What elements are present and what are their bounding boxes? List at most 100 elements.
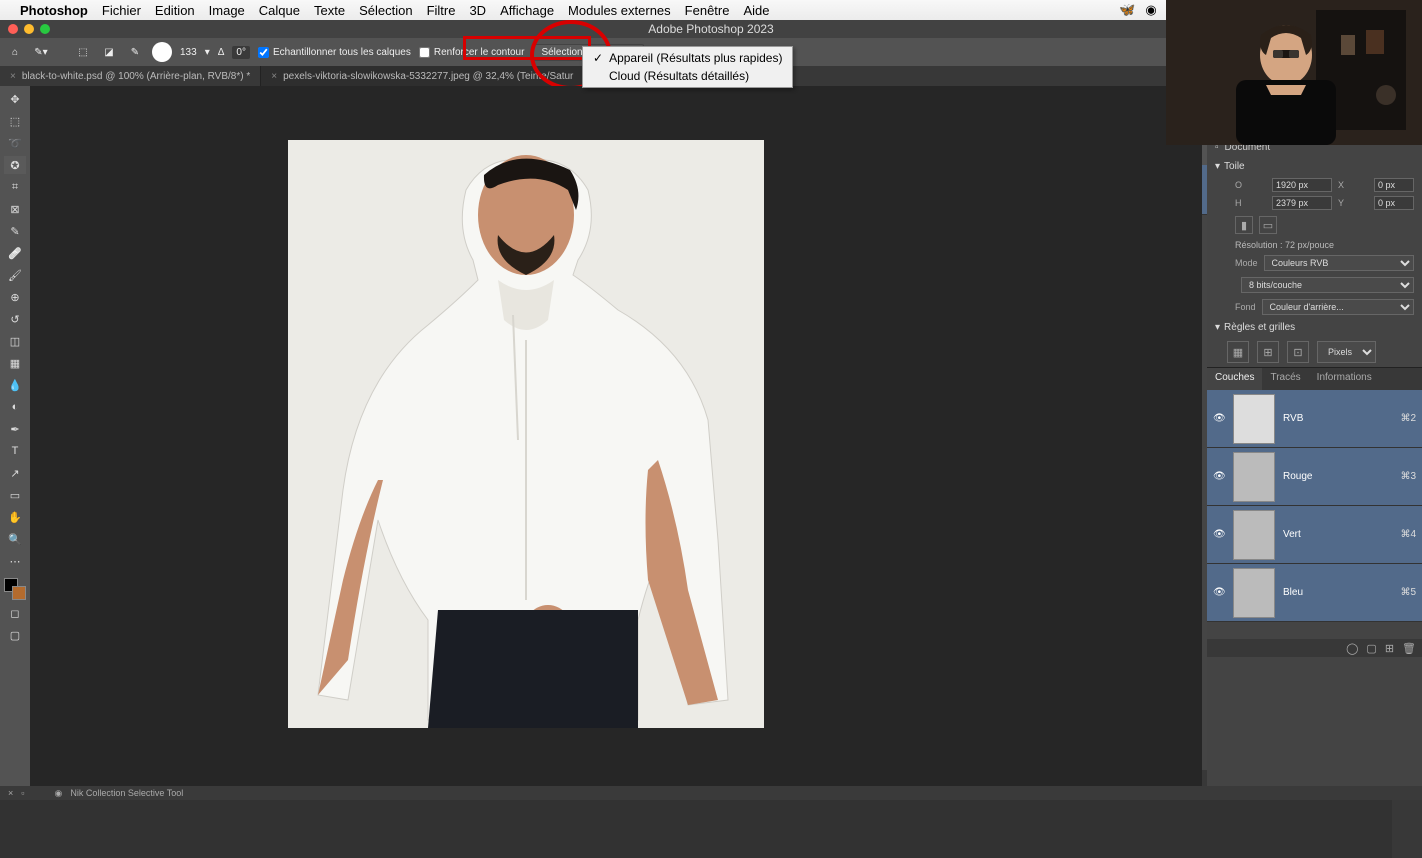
- trash-icon[interactable]: 🗑: [1402, 642, 1416, 655]
- rulers-label: Règles et grilles: [1224, 322, 1295, 333]
- intersect-selection-icon[interactable]: ✎: [126, 43, 144, 61]
- marquee-tool-icon[interactable]: ⬚: [4, 112, 26, 130]
- move-tool-icon[interactable]: ✥: [4, 90, 26, 108]
- screenmode-icon[interactable]: ▢: [4, 626, 26, 644]
- eyedropper-tool-icon[interactable]: ✎: [4, 222, 26, 240]
- canvas-area[interactable]: [30, 86, 1202, 790]
- channel-row[interactable]: 👁 Vert ⌘4: [1207, 506, 1422, 564]
- eraser-tool-icon[interactable]: ◫: [4, 332, 26, 350]
- menu-fichier[interactable]: Fichier: [102, 3, 141, 18]
- app-name[interactable]: Photoshop: [20, 3, 88, 18]
- menu-edition[interactable]: Edition: [155, 3, 195, 18]
- h-label: H: [1235, 198, 1266, 208]
- stamp-tool-icon[interactable]: ⊕: [4, 288, 26, 306]
- visibility-icon[interactable]: 👁: [1213, 471, 1225, 482]
- guides-icon[interactable]: ⊡: [1287, 341, 1309, 363]
- path-tool-icon[interactable]: ↗: [4, 464, 26, 482]
- toile-label: Toile: [1224, 161, 1245, 172]
- menu-modules[interactable]: Modules externes: [568, 3, 671, 18]
- color-mode-select[interactable]: Couleurs RVB: [1264, 255, 1414, 271]
- channel-name: Vert: [1283, 529, 1301, 540]
- color-swatches[interactable]: [4, 578, 26, 600]
- menu-affichage[interactable]: Affichage: [500, 3, 554, 18]
- minimize-button[interactable]: [24, 24, 34, 34]
- menu-3d[interactable]: 3D: [469, 3, 486, 18]
- new-channel-icon[interactable]: ⊞: [1385, 642, 1394, 655]
- channel-row[interactable]: 👁 RVB ⌘2: [1207, 390, 1422, 448]
- status-icon[interactable]: 🦋: [1119, 2, 1135, 18]
- gradient-tool-icon[interactable]: ▦: [4, 354, 26, 372]
- nik-label[interactable]: Nik Collection Selective Tool: [70, 788, 183, 798]
- background-select[interactable]: Couleur d'arrière...: [1262, 299, 1414, 315]
- document-tab[interactable]: × black-to-white.psd @ 100% (Arrière-pla…: [0, 66, 261, 86]
- y-input[interactable]: [1374, 196, 1414, 210]
- angle-value[interactable]: 0°: [232, 46, 250, 59]
- brush-tool-icon[interactable]: 🖌: [4, 266, 26, 284]
- width-input[interactable]: [1272, 178, 1332, 192]
- orientation-portrait-icon[interactable]: ▮: [1235, 216, 1253, 234]
- hand-tool-icon[interactable]: ✋: [4, 508, 26, 526]
- healing-tool-icon[interactable]: 🩹: [4, 244, 26, 262]
- pen-tool-icon[interactable]: ✒: [4, 420, 26, 438]
- enhance-edge-input[interactable]: [419, 47, 430, 58]
- crop-tool-icon[interactable]: ⌗: [4, 178, 26, 196]
- zoom-button[interactable]: [40, 24, 50, 34]
- menu-aide[interactable]: Aide: [743, 3, 769, 18]
- dropdown-item-device[interactable]: Appareil (Résultats plus rapides): [583, 49, 792, 67]
- zoom-tool-icon[interactable]: 🔍: [4, 530, 26, 548]
- close-button[interactable]: [8, 24, 18, 34]
- disclosure-icon[interactable]: ▾: [1215, 322, 1220, 333]
- visibility-icon[interactable]: 👁: [1213, 587, 1225, 598]
- menu-selection[interactable]: Sélection: [359, 3, 412, 18]
- menu-filtre[interactable]: Filtre: [427, 3, 456, 18]
- channel-row[interactable]: 👁 Rouge ⌘3: [1207, 448, 1422, 506]
- orientation-landscape-icon[interactable]: ▭: [1259, 216, 1277, 234]
- history-brush-icon[interactable]: ↺: [4, 310, 26, 328]
- menu-calque[interactable]: Calque: [259, 3, 300, 18]
- status-icon[interactable]: ◉: [1145, 2, 1156, 18]
- edit-toolbar-icon[interactable]: ⋯: [4, 552, 26, 570]
- add-selection-icon[interactable]: ◪: [100, 43, 118, 61]
- save-selection-icon[interactable]: ▢: [1366, 642, 1376, 655]
- x-input[interactable]: [1374, 178, 1414, 192]
- close-icon[interactable]: ×: [8, 788, 13, 798]
- shape-tool-icon[interactable]: ▭: [4, 486, 26, 504]
- paths-tab[interactable]: Tracés: [1262, 368, 1308, 390]
- disclosure-icon[interactable]: ▾: [1215, 161, 1220, 172]
- tool-preset-icon[interactable]: ✎▾: [32, 43, 50, 61]
- type-tool-icon[interactable]: T: [4, 442, 26, 460]
- quick-selection-tool-icon[interactable]: ✪: [4, 156, 26, 174]
- height-input[interactable]: [1272, 196, 1332, 210]
- quickmask-icon[interactable]: ◻: [4, 604, 26, 622]
- document-canvas[interactable]: [288, 140, 764, 728]
- channel-row[interactable]: 👁 Bleu ⌘5: [1207, 564, 1422, 622]
- visibility-icon[interactable]: 👁: [1213, 529, 1225, 540]
- close-tab-icon[interactable]: ×: [271, 71, 277, 82]
- visibility-icon[interactable]: 👁: [1213, 413, 1225, 424]
- lasso-tool-icon[interactable]: ➰: [4, 134, 26, 152]
- menu-texte[interactable]: Texte: [314, 3, 345, 18]
- subtract-selection-icon[interactable]: ⬚: [74, 43, 92, 61]
- brush-swatch[interactable]: [152, 42, 172, 62]
- dropdown-item-cloud[interactable]: Cloud (Résultats détaillés): [583, 67, 792, 85]
- home-icon[interactable]: ⌂: [6, 43, 24, 61]
- sample-all-input[interactable]: [258, 47, 269, 58]
- menu-fenetre[interactable]: Fenêtre: [685, 3, 730, 18]
- expand-icon[interactable]: ▫: [21, 788, 24, 798]
- frame-tool-icon[interactable]: ⊠: [4, 200, 26, 218]
- toolbox: ✥ ⬚ ➰ ✪ ⌗ ⊠ ✎ 🩹 🖌 ⊕ ↺ ◫ ▦ 💧 ◐ ✒ T ↗ ▭ ✋ …: [0, 86, 30, 790]
- chevron-down-icon[interactable]: ▾: [205, 47, 210, 58]
- dodge-tool-icon[interactable]: ◐: [4, 398, 26, 416]
- load-selection-icon[interactable]: ◯: [1346, 642, 1358, 655]
- bit-depth-select[interactable]: 8 bits/couche: [1241, 277, 1414, 293]
- units-select[interactable]: Pixels: [1317, 341, 1376, 363]
- menu-image[interactable]: Image: [209, 3, 245, 18]
- sample-all-checkbox[interactable]: Echantillonner tous les calques: [258, 47, 411, 58]
- ruler-icon[interactable]: ▦: [1227, 341, 1249, 363]
- window-title: Adobe Photoshop 2023: [648, 22, 773, 36]
- channels-tab[interactable]: Couches: [1207, 368, 1262, 390]
- info-tab[interactable]: Informations: [1309, 368, 1380, 390]
- blur-tool-icon[interactable]: 💧: [4, 376, 26, 394]
- close-tab-icon[interactable]: ×: [10, 71, 16, 82]
- grid-icon[interactable]: ⊞: [1257, 341, 1279, 363]
